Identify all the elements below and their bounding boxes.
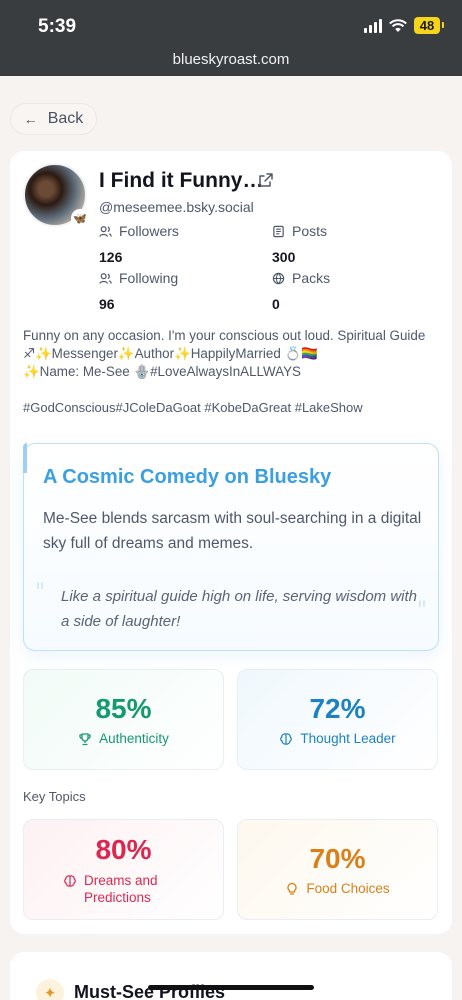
globe-icon [272, 272, 285, 284]
bio-line: ✨Name: Me-See 🪬#LoveAlwaysInALLWAYS [23, 364, 301, 379]
status-bar: 5:39 48 blueskyroast.com [0, 0, 462, 76]
profile-handle: @meseemee.bsky.social [99, 199, 254, 215]
address-bar[interactable]: blueskyroast.com [0, 51, 462, 68]
score-tile-authenticity: 85% Authenticity [23, 669, 224, 770]
stat-packs: Packs 0 [272, 270, 330, 312]
score-label: Thought Leader [300, 731, 396, 746]
quote-open-icon: " [35, 580, 46, 605]
score-label: Authenticity [99, 731, 169, 746]
sparkles-icon: ✦ [36, 979, 64, 1000]
score-value: 72% [309, 693, 366, 724]
stat-following: Following 96 [99, 270, 178, 312]
posts-count: 300 [272, 249, 296, 265]
topic-tile-food: 70% Food Choices [237, 819, 438, 920]
must-see-profiles-card: ✦ Must-See Profiles [10, 952, 452, 1000]
battery-indicator: 48 [414, 17, 444, 34]
topic-label: Dreams and Predictions [84, 872, 158, 905]
topic-value: 80% [95, 833, 152, 865]
brain-icon [280, 732, 293, 745]
key-topics-heading: Key Topics [23, 789, 86, 804]
roast-summary-card: A Cosmic Comedy on Bluesky Me-See blends… [23, 443, 439, 651]
system-icons: 48 [364, 17, 444, 34]
avatar: 🦋 [23, 163, 89, 227]
followers-count: 126 [99, 249, 123, 265]
cellular-signal-icon [364, 18, 382, 33]
stat-followers: Followers 126 [99, 223, 179, 265]
profile-name: I Find it Funny… [99, 169, 264, 192]
bio-line: Funny on any occasion. I'm your consciou… [23, 328, 426, 343]
profile-hashtags: #GodConscious#JColeDaGoat #KobeDaGreat #… [23, 400, 363, 415]
roast-quote: Like a spiritual guide high on life, ser… [61, 588, 418, 630]
users-icon [99, 225, 112, 237]
butterfly-icon: 🦋 [71, 209, 89, 227]
back-button[interactable]: ← Back [10, 103, 97, 135]
roast-title: A Cosmic Comedy on Bluesky [43, 466, 332, 488]
topic-tile-dreams: 80% Dreams and Predictions [23, 819, 224, 920]
stat-posts: Posts 300 [272, 223, 327, 265]
external-link-icon[interactable] [258, 172, 274, 188]
posts-label: Posts [292, 223, 328, 239]
topic-label: Food Choices [306, 881, 390, 896]
newspaper-icon [273, 225, 284, 237]
score-value: 85% [95, 693, 152, 724]
bio-line: ♐✨Messenger✨Author✨HappilyMarried 💍🏳️‍🌈 [23, 346, 318, 361]
quote-close-icon: " [416, 598, 427, 623]
home-indicator[interactable] [148, 985, 314, 990]
back-label: Back [47, 110, 84, 127]
lightbulb-icon [287, 882, 297, 895]
following-count: 96 [99, 296, 115, 312]
clock: 5:39 [38, 16, 77, 37]
users-icon [99, 272, 112, 284]
score-tile-thought-leader: 72% Thought Leader [237, 669, 438, 770]
profile-bio: Funny on any occasion. I'm your consciou… [23, 327, 448, 381]
followers-label: Followers [119, 223, 179, 239]
wifi-icon [389, 18, 407, 32]
arrow-left-icon: ← [23, 111, 38, 127]
following-label: Following [119, 270, 179, 286]
profile-card: 🦋 I Find it Funny… @meseemee.bsky.social… [10, 151, 452, 934]
roast-description: Me-See blends sarcasm with soul-searchin… [43, 510, 422, 552]
packs-count: 0 [272, 296, 280, 312]
trophy-icon [79, 732, 91, 745]
brain-icon [64, 874, 76, 887]
packs-label: Packs [292, 270, 331, 286]
topic-value: 70% [309, 843, 366, 874]
